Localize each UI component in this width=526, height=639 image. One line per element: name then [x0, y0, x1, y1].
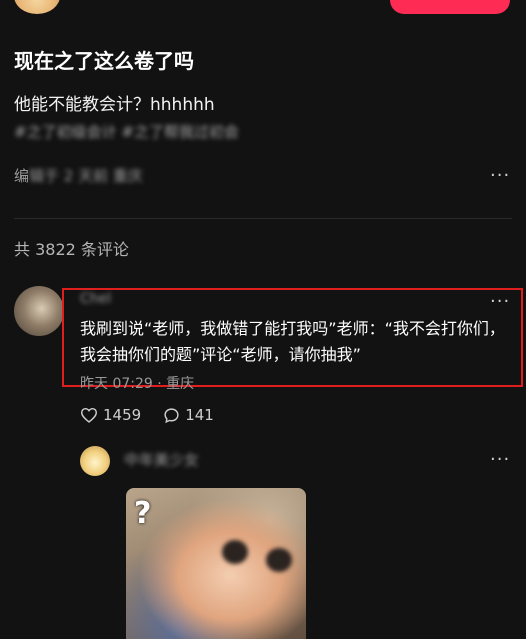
- like-button[interactable]: 1459: [80, 406, 141, 424]
- more-horizontal-icon[interactable]: ···: [490, 293, 510, 311]
- comment-icon: [164, 407, 179, 423]
- follow-button[interactable]: [390, 0, 510, 14]
- post-meta: 编辑于 2 天前 重庆: [14, 165, 314, 187]
- reply-username[interactable]: 中年美少女: [124, 450, 199, 470]
- image-detail: [222, 540, 248, 564]
- comment-count: 共 3822 条评论: [14, 240, 129, 259]
- post-meta-prefix: 编: [14, 167, 30, 185]
- post-title: 现在之了这么卷了吗: [14, 49, 194, 73]
- image-detail: [266, 548, 292, 572]
- reply-button[interactable]: 141: [163, 406, 214, 424]
- like-count: 1459: [103, 406, 142, 424]
- comment-username[interactable]: Chel: [80, 290, 111, 308]
- avatar[interactable]: [80, 446, 110, 476]
- avatar[interactable]: [14, 286, 64, 336]
- question-mark-icon: ?: [134, 496, 152, 531]
- post-meta-detail: 辑于 2 天前 重庆: [29, 167, 143, 185]
- post-body: 他能不能教会计？hhhhhh: [14, 95, 215, 115]
- divider: [14, 218, 512, 219]
- comment-meta: 昨天 07:29 · 重庆: [80, 376, 195, 392]
- more-horizontal-icon[interactable]: ···: [490, 451, 510, 469]
- post-hashtags[interactable]: #之了初级会计 #之了帮我过初会: [14, 121, 374, 143]
- heart-icon: [80, 407, 98, 423]
- reply-count: 141: [185, 406, 214, 424]
- author-avatar[interactable]: [14, 0, 60, 14]
- reply-image[interactable]: ?: [126, 488, 306, 639]
- more-horizontal-icon[interactable]: ···: [490, 167, 510, 185]
- comment-text: 我刷到说“老师，我做错了能打我吗”老师：“我不会打你们，我会抽你们的题”评论“老…: [80, 319, 505, 364]
- comment-actions: 1459 141: [80, 404, 236, 426]
